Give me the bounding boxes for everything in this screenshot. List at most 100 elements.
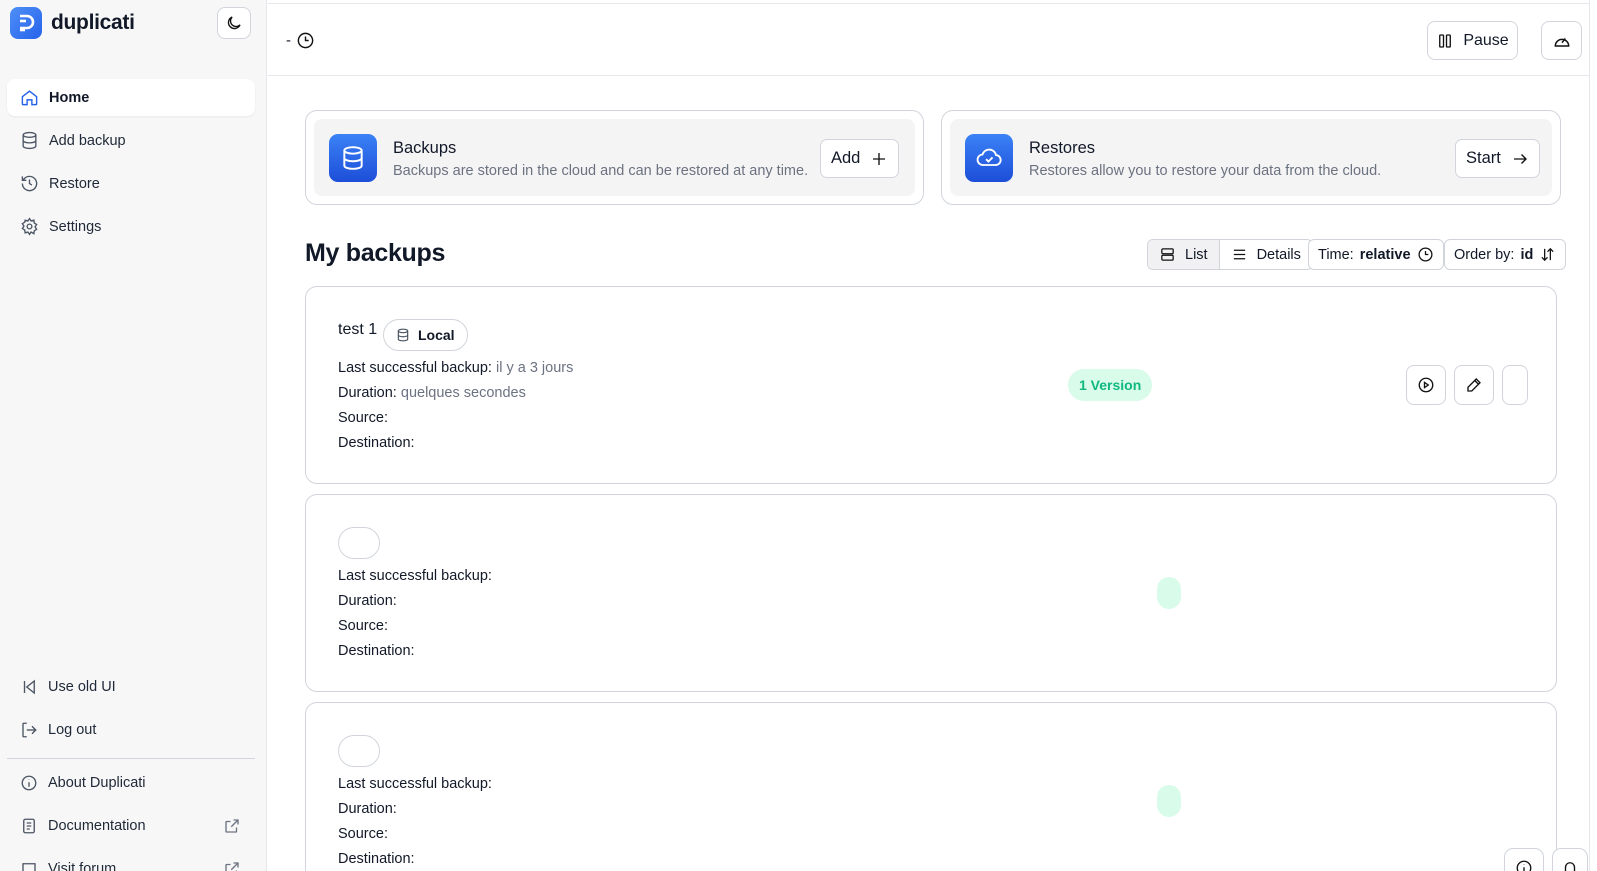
edit-backup-button[interactable]	[1454, 365, 1494, 405]
start-label: Start	[1466, 149, 1501, 167]
pause-icon	[1439, 33, 1452, 48]
source-label: Source:	[338, 826, 388, 842]
start-restore-button[interactable]: Start	[1455, 139, 1540, 178]
brand[interactable]: duplicati	[10, 7, 135, 39]
document-icon	[23, 818, 35, 833]
database-icon	[329, 134, 377, 182]
backup-row[interactable]: test 1 Local Last successful backup: il …	[305, 286, 1557, 484]
sidebar-divider	[7, 758, 255, 759]
sidebar-item-label: Home	[49, 89, 90, 106]
menu-icon	[1233, 249, 1245, 260]
back-to-start-icon	[23, 679, 35, 694]
brand-name: duplicati	[51, 11, 135, 34]
destination-line: Destination:	[338, 643, 415, 659]
last-backup-line: Last successful backup: il y a 3 jours	[338, 360, 573, 376]
logout-icon	[22, 722, 37, 737]
last-backup-label: Last successful backup:	[338, 568, 492, 584]
time-format-button[interactable]: Time: relative	[1308, 239, 1444, 270]
more-options-button[interactable]	[1502, 365, 1528, 405]
sidebar-item-documentation[interactable]: Documentation	[7, 807, 255, 844]
home-icon	[21, 90, 38, 106]
view-list-label: List	[1185, 246, 1208, 263]
backup-row[interactable]: Last successful backup: Duration: Source…	[305, 702, 1557, 871]
pencil-icon	[1467, 378, 1481, 392]
time-value: relative	[1359, 246, 1411, 263]
last-backup-label: Last successful backup:	[338, 360, 492, 376]
duration-line: Duration:	[338, 801, 397, 817]
sidebar-item-label: Documentation	[48, 817, 146, 834]
theme-toggle-button[interactable]	[217, 7, 251, 39]
view-list-button[interactable]: List	[1148, 240, 1220, 269]
last-backup-label: Last successful backup:	[338, 776, 492, 792]
duration-line: Duration:	[338, 593, 397, 609]
last-backup-value: il y a 3 jours	[495, 360, 574, 376]
throttle-button[interactable]	[1541, 21, 1582, 60]
sidebar-item-log-out[interactable]: Log out	[7, 711, 255, 748]
destination-badge: Local	[383, 319, 468, 351]
run-backup-button[interactable]	[1406, 365, 1446, 405]
duration-label: Duration:	[338, 385, 397, 401]
sidebar-item-visit-forum[interactable]: Visit forum	[7, 850, 255, 871]
notifications-button[interactable]	[1552, 848, 1588, 871]
gauge-icon	[1554, 37, 1569, 47]
duration-label: Duration:	[338, 801, 397, 817]
add-label: Add	[831, 149, 861, 167]
destination-line: Destination:	[338, 435, 415, 451]
pause-button[interactable]: Pause	[1427, 21, 1518, 60]
history-icon	[21, 175, 38, 192]
card-description: Restores allow you to restore your data …	[1029, 163, 1382, 179]
database-icon	[22, 131, 37, 150]
time-prefix: Time:	[1318, 246, 1354, 263]
sidebar-item-add-backup[interactable]: Add backup	[7, 122, 255, 159]
view-details-button[interactable]: Details	[1220, 240, 1312, 269]
sidebar-item-label: Visit forum	[48, 860, 117, 871]
sidebar-item-restore[interactable]: Restore	[7, 165, 255, 202]
bell-icon	[1564, 862, 1576, 871]
destination-badge	[338, 735, 380, 767]
destination-label: Destination:	[338, 435, 415, 451]
destination-label: Destination:	[338, 851, 415, 867]
play-icon	[1418, 377, 1434, 393]
last-backup-line: Last successful backup:	[338, 776, 492, 792]
moon-icon	[227, 16, 241, 30]
source-label: Source:	[338, 618, 388, 634]
source-line: Source:	[338, 618, 388, 634]
info-button[interactable]	[1504, 848, 1544, 871]
arrow-right-icon	[1513, 153, 1527, 164]
view-details-label: Details	[1256, 246, 1301, 263]
card-title: Backups	[393, 139, 457, 157]
backup-name: test 1	[338, 321, 378, 338]
destination-label: Destination:	[338, 643, 415, 659]
duplicati-logo-icon	[10, 7, 42, 39]
sort-icon	[1541, 247, 1554, 262]
sidebar-item-use-old-ui[interactable]: Use old UI	[7, 668, 255, 705]
source-line: Source:	[338, 826, 388, 842]
source-label: Source:	[338, 410, 388, 426]
sidebar-item-home[interactable]: Home	[7, 79, 255, 116]
sidebar: duplicati Home Add backup Restore Settin…	[0, 0, 267, 871]
sidebar-item-settings[interactable]: Settings	[7, 208, 255, 245]
order-prefix: Order by:	[1454, 246, 1515, 263]
last-backup-line: Last successful backup:	[338, 568, 492, 584]
restores-card: Restores Restores allow you to restore y…	[941, 110, 1561, 205]
page-scrollbar[interactable]	[1589, 0, 1597, 871]
sidebar-item-label: Restore	[49, 175, 100, 192]
sidebar-item-about[interactable]: About Duplicati	[7, 764, 255, 801]
add-backup-button[interactable]: Add	[820, 139, 900, 178]
pause-label: Pause	[1463, 31, 1509, 49]
list-icon	[1161, 248, 1174, 261]
info-icon	[21, 775, 37, 790]
view-toggle: List Details	[1147, 239, 1313, 270]
order-value: id	[1520, 246, 1534, 263]
sidebar-item-label: Add backup	[49, 132, 126, 149]
version-badge[interactable]: 1 Version	[1068, 369, 1153, 401]
plus-icon	[873, 152, 886, 165]
order-by-button[interactable]: Order by: id	[1444, 239, 1567, 270]
destination-type: Local	[418, 327, 455, 343]
card-title: Restores	[1029, 139, 1096, 157]
section-title: My backups	[305, 239, 446, 267]
cloud-check-icon	[965, 134, 1013, 182]
status-text: -	[286, 32, 291, 49]
backup-row[interactable]: Last successful backup: Duration: Source…	[305, 494, 1557, 692]
clock-icon	[1418, 247, 1433, 262]
